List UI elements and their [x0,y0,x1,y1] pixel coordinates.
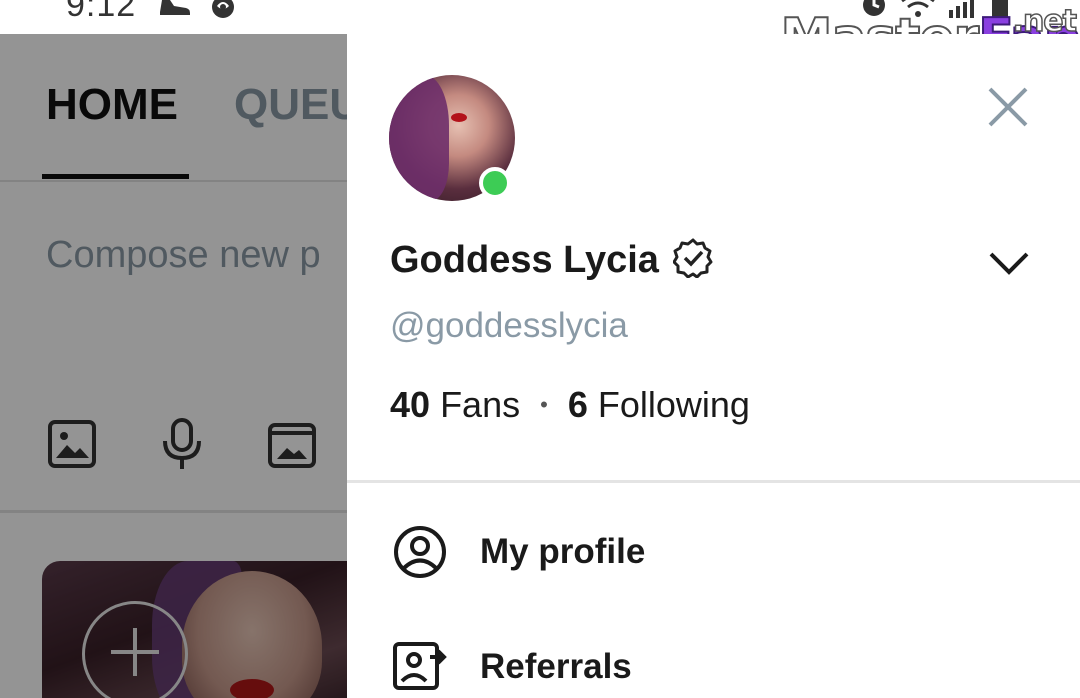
following-label: Following [597,384,750,425]
menu-item-referrals[interactable]: Referrals [392,639,632,695]
status-time: 9:12 [66,0,137,24]
drawer-divider [347,480,1080,483]
username: @goddesslycia [390,306,628,345]
fans-stat[interactable]: 40 Fans [390,384,520,426]
user-circle-icon [392,524,448,580]
status-icons-left [158,0,240,27]
online-status-indicator [479,167,511,199]
menu-item-label: Referrals [480,647,632,686]
menu-item-label: My profile [480,532,646,571]
rose-icon [206,0,240,27]
profile-stats: 40 Fans • 6 Following [390,384,750,426]
stats-separator: • [540,392,548,417]
fans-count: 40 [390,384,431,425]
following-stat[interactable]: 6 Following [568,384,750,426]
sneaker-icon [158,0,192,27]
side-drawer: Goddess Lycia @goddesslycia 40 Fans • 6 … [347,34,1080,698]
profile-name-row: Goddess Lycia [390,238,713,283]
menu-item-my-profile[interactable]: My profile [392,524,645,580]
chevron-down-icon [988,250,1030,281]
referrals-icon [392,639,448,695]
display-name: Goddess Lycia [390,239,659,281]
following-count: 6 [567,384,588,425]
scrim-overlay[interactable] [0,34,347,698]
account-switcher-button[interactable] [983,240,1035,290]
verified-badge-icon [672,238,713,283]
fans-label: Fans [440,384,521,425]
close-icon [987,86,1029,133]
close-button[interactable] [983,84,1033,134]
